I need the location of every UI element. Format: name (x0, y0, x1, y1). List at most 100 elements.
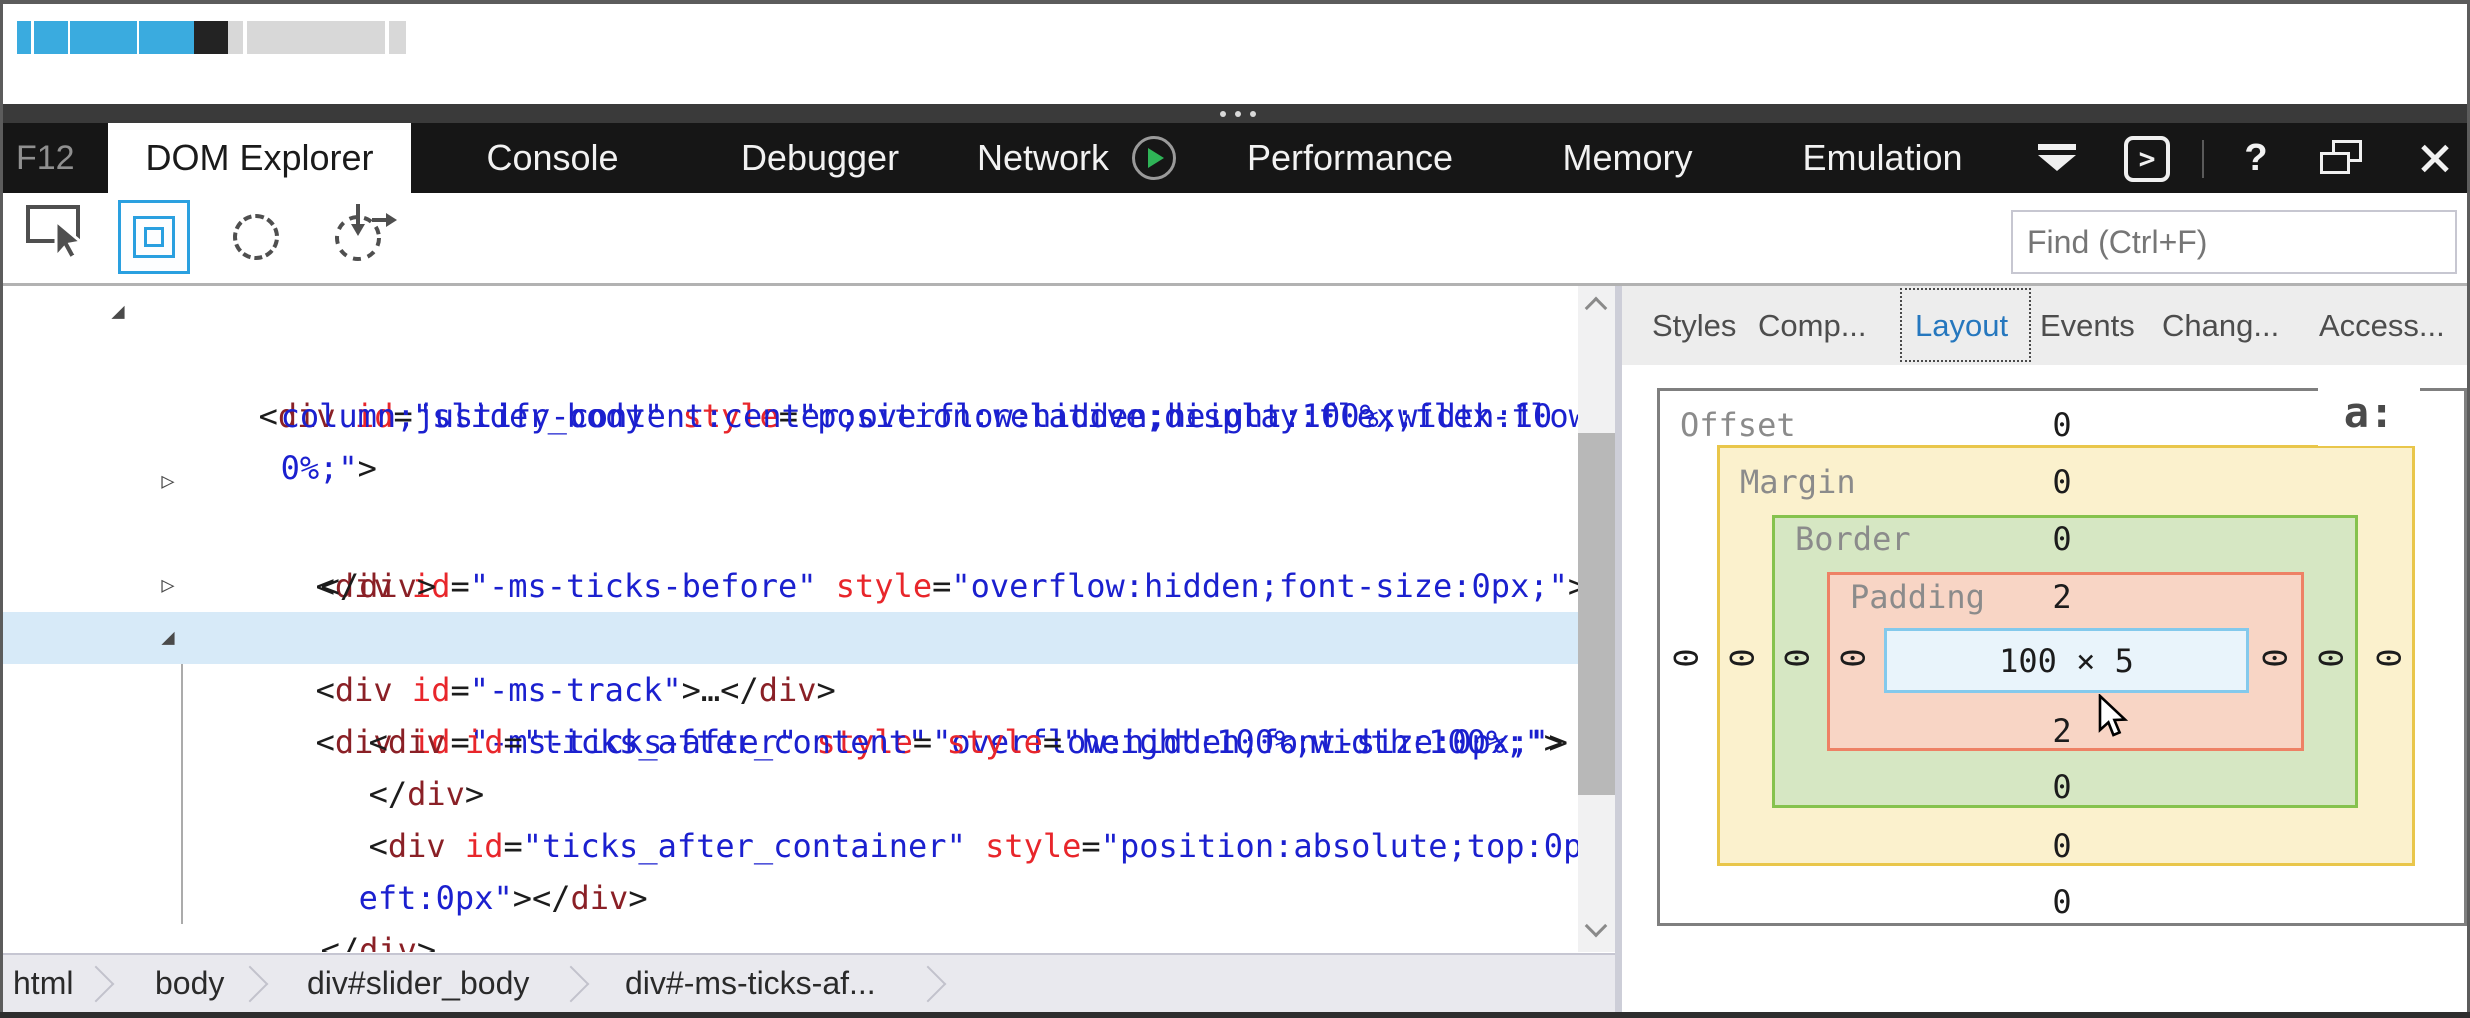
tree-node-ticks-after-container[interactable]: <div id="ticks_after_container" style="p… (3, 768, 1578, 820)
devtools-tab-bar: F12 DOM Explorer Console Debugger Networ… (0, 123, 2470, 193)
chevron-right-icon (232, 966, 269, 1003)
window-border (0, 0, 2470, 4)
tab-computed[interactable]: Comp... (1758, 286, 1867, 365)
f12-devtools-window: F12 DOM Explorer Console Debugger Networ… (0, 0, 2470, 1018)
devtools-resize-grip[interactable] (0, 104, 2470, 123)
box-model-content: 100 × 5 (1884, 628, 2249, 693)
breadcrumb-item-body[interactable]: body (155, 955, 224, 1012)
tree-node-wrap-line: eft:0px"></div> (3, 820, 1578, 872)
grip-dots-icon (1220, 111, 1256, 117)
tab-events[interactable]: Events (2040, 286, 2135, 365)
pane-splitter[interactable] (1615, 286, 1622, 1012)
panel-menu-icon[interactable] (2038, 144, 2076, 171)
margin-label: Margin (1740, 463, 1856, 501)
pseudo-state-button[interactable]: a: (2318, 386, 2420, 446)
tab-performance[interactable]: Performance (1240, 123, 1460, 193)
f12-label: F12 (16, 123, 75, 193)
border-bottom-value: 0 (2052, 768, 2071, 806)
element-highlighting-button[interactable] (118, 200, 190, 274)
help-icon[interactable]: ? (2232, 123, 2280, 193)
scroll-up-icon[interactable] (1585, 297, 1608, 320)
dock-window-icon[interactable] (2320, 140, 2366, 178)
tab-network[interactable]: Network (958, 123, 1128, 193)
slider-segment (228, 21, 243, 54)
chevron-right-icon (910, 966, 947, 1003)
chevron-right-icon (78, 966, 115, 1003)
side-panel-tabs: Styles Comp... Layout Events Chang... Ac… (1622, 286, 2467, 365)
tab-debugger[interactable]: Debugger (725, 123, 915, 193)
breadcrumb-item-slider-body[interactable]: div#slider_body (307, 955, 529, 1012)
tree-scrollbar[interactable] (1578, 286, 1615, 952)
tab-layout[interactable]: Layout (1915, 286, 2008, 365)
tree-indent-guide (181, 664, 183, 924)
tree-node-wrap-line: 0%;"> (3, 390, 1578, 442)
tree-node-ms-track[interactable]: ▷ <div id="-ms-track">…</div> (3, 560, 1578, 612)
tree-node-ms-ticks-before[interactable]: ▷ <div id="-ms-ticks-before" style="over… (3, 456, 1578, 508)
select-element-icon (25, 199, 89, 261)
breadcrumb-item-html[interactable]: html (13, 955, 73, 1012)
offset-top-value: 0 (2052, 406, 2071, 444)
window-border (0, 1012, 2470, 1018)
slider-segment (70, 21, 137, 54)
margin-left-value: 0 (1722, 648, 1760, 667)
refresh-highlighting-icon (330, 202, 400, 264)
close-icon[interactable] (2410, 123, 2458, 193)
border-right-value: 0 (2311, 648, 2349, 667)
dom-explorer-toolbar (3, 193, 2467, 283)
breadcrumb-item-ms-ticks-after[interactable]: div#-ms-ticks-af... (625, 955, 876, 1012)
expand-icon[interactable]: ▷ (153, 456, 183, 508)
slider-segment (247, 21, 385, 54)
refresh-highlighting-button[interactable] (330, 202, 400, 269)
border-left-value: 0 (1777, 648, 1815, 667)
tabbar-divider (2202, 140, 2204, 178)
console-prompt-icon[interactable]: > (2124, 136, 2170, 182)
slider-segment (139, 21, 194, 54)
padding-top-value: 2 (2052, 578, 2071, 616)
expand-icon[interactable]: ▷ (153, 560, 183, 612)
tab-changes[interactable]: Chang... (2162, 286, 2279, 365)
tree-node-closing-tag[interactable]: </div> (3, 508, 1578, 560)
tree-node-ticks-after-content[interactable]: <div id="ticks_after_content" style="hei… (3, 664, 1578, 716)
scrollbar-thumb[interactable] (1578, 433, 1615, 795)
slider-segment (389, 21, 406, 54)
slider-segment (17, 21, 31, 54)
tree-node-closing-tag[interactable]: </div> (3, 872, 1578, 924)
margin-right-value: 0 (2369, 648, 2407, 667)
collapse-icon[interactable]: ◢ (153, 612, 183, 664)
tree-node-ms-ticks-after-selected[interactable]: ◢ <div id="-ms-ticks-after" style="overf… (3, 612, 1578, 664)
padding-right-value: 0 (2255, 648, 2293, 667)
tree-node-wrap-line: column;justify-content:center;overflow:h… (3, 338, 1578, 390)
select-element-button[interactable] (25, 199, 89, 266)
dom-tree-pane: ◢ <div id="slider_body" style="position:… (3, 286, 1578, 952)
tree-node-closing-tag-clipped[interactable]: </div> (3, 940, 1578, 952)
tab-accessibility[interactable]: Access... (2319, 286, 2445, 365)
scroll-down-icon[interactable] (1585, 915, 1608, 938)
border-top-value: 0 (2052, 520, 2071, 558)
dashed-circle-button[interactable] (233, 214, 279, 260)
offset-label: Offset (1680, 406, 1796, 444)
slider-segment (34, 21, 68, 54)
collapse-icon[interactable]: ◢ (103, 286, 133, 338)
tab-memory[interactable]: Memory (1550, 123, 1705, 193)
styles-layout-pane: Styles Comp... Layout Events Chang... Ac… (1622, 286, 2467, 1012)
margin-bottom-value: 0 (2052, 827, 2071, 865)
padding-label: Padding (1850, 578, 1985, 616)
inspected-page-area (3, 4, 2467, 104)
chevron-right-icon (553, 966, 590, 1003)
padding-left-value: 0 (1833, 648, 1871, 667)
tab-dom-explorer[interactable]: DOM Explorer (108, 123, 411, 193)
tab-emulation[interactable]: Emulation (1790, 123, 1975, 193)
breadcrumb: html body div#slider_body div#-ms-ticks-… (3, 953, 1615, 1012)
tab-console[interactable]: Console (470, 123, 635, 193)
padding-bottom-value: 2 (2052, 712, 2071, 750)
tree-node-closing-tag[interactable]: </div> (3, 716, 1578, 768)
offset-left-value: 0 (1666, 648, 1704, 667)
nested-squares-icon (133, 216, 175, 258)
tab-styles[interactable]: Styles (1652, 286, 1736, 365)
tree-node-slider-body[interactable]: ◢ <div id="slider_body" style="position:… (3, 286, 1578, 338)
margin-top-value: 0 (2052, 463, 2071, 501)
find-input[interactable] (2011, 210, 2457, 274)
window-border (0, 0, 3, 1018)
network-play-icon (1132, 136, 1176, 180)
border-label: Border (1795, 520, 1911, 558)
